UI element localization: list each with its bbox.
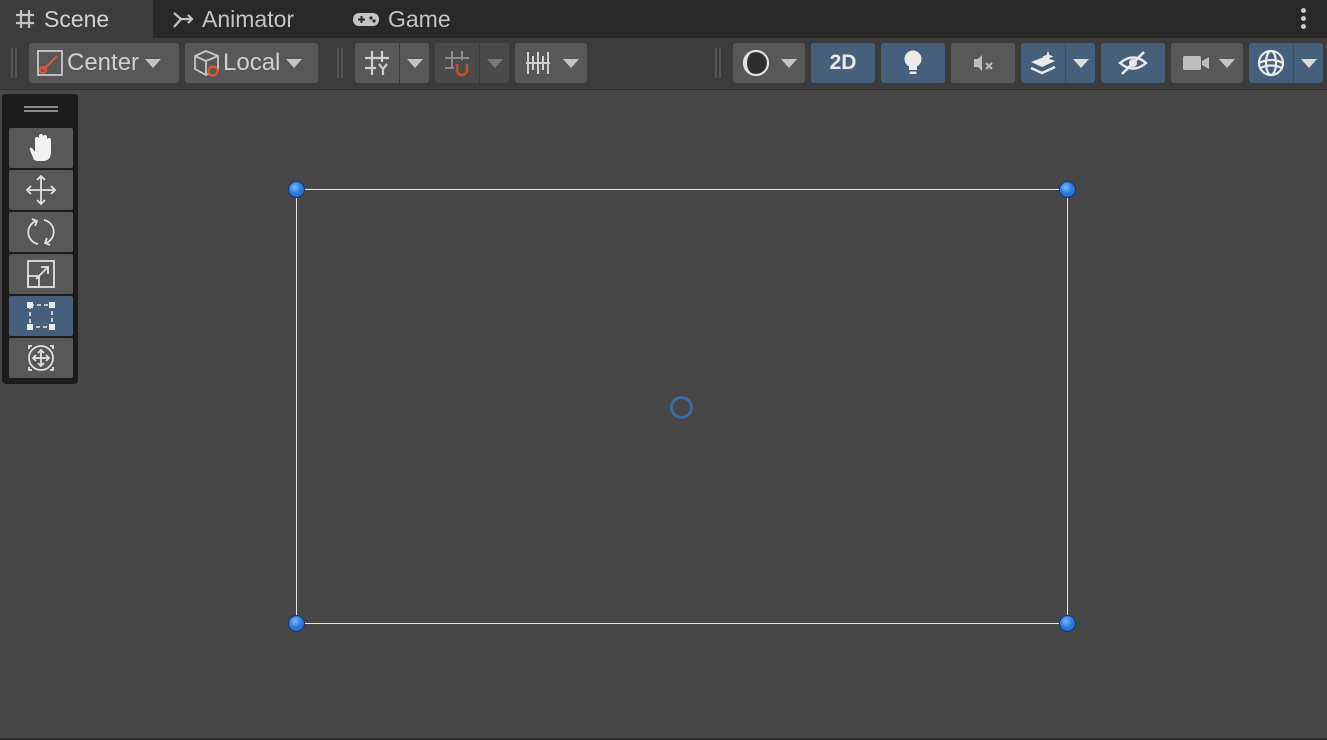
grid-snap-magnet-icon <box>445 51 469 77</box>
chevron-down-icon <box>486 58 503 68</box>
grid-snapping-button[interactable] <box>435 43 479 83</box>
scene-effects-dropdown[interactable] <box>1021 43 1095 83</box>
tools-overlay <box>2 94 78 384</box>
gamepad-icon <box>353 13 379 26</box>
video-camera-icon <box>1183 56 1209 70</box>
eye-hidden-icon <box>1118 51 1148 75</box>
animator-branch-icon <box>173 12 194 28</box>
grid-hash-icon <box>16 10 34 28</box>
toolbar-grip[interactable] <box>715 48 721 78</box>
chevron-down-icon <box>781 58 797 68</box>
transform-icon <box>28 345 54 371</box>
tab-scene-label: Scene <box>44 5 110 32</box>
audio-muted-icon <box>974 55 993 71</box>
rect-handle-top-left[interactable] <box>288 181 305 198</box>
grid-visibility-menu[interactable] <box>400 43 429 83</box>
hand-tool[interactable] <box>9 128 73 168</box>
pivot-mode-label: Center <box>67 49 140 76</box>
chevron-down-icon <box>563 58 579 68</box>
chevron-down-icon <box>1219 58 1235 68</box>
scene-lighting-button[interactable] <box>881 43 945 83</box>
scale-icon <box>27 260 55 288</box>
grid-visibility-icon <box>365 51 389 75</box>
draw-mode-dropdown[interactable] <box>733 43 805 83</box>
increment-snapping-dropdown[interactable] <box>515 43 587 83</box>
chevron-down-icon <box>1072 58 1089 68</box>
scene-visibility-button[interactable] <box>1101 43 1165 83</box>
gizmo-globe-icon <box>1257 49 1285 77</box>
gizmos-menu[interactable] <box>1294 43 1323 83</box>
move-arrows-icon <box>25 174 57 206</box>
scale-tool[interactable] <box>9 254 73 294</box>
rect-handle-bottom-left[interactable] <box>288 615 305 632</box>
scene-effects-menu[interactable] <box>1066 43 1095 83</box>
increment-snap-icon <box>526 52 550 74</box>
tab-game[interactable]: Game <box>352 0 451 38</box>
chevron-down-icon <box>1300 58 1317 68</box>
move-tool[interactable] <box>9 170 73 210</box>
rect-tool[interactable] <box>9 296 73 336</box>
window-tab-bar: Scene Animator Game <box>0 0 1327 38</box>
local-cube-icon <box>194 50 219 77</box>
overlay-drag-handle[interactable] <box>24 106 58 112</box>
rect-handle-top-right[interactable] <box>1059 181 1076 198</box>
tab-animator-label: Animator <box>202 5 295 32</box>
scene-audio-button[interactable] <box>951 43 1015 83</box>
rect-transform-icon <box>27 302 55 330</box>
tab-scene[interactable]: Scene <box>0 0 153 38</box>
effects-layers-icon <box>1030 51 1056 75</box>
gizmos-dropdown[interactable] <box>1249 43 1323 83</box>
chevron-down-icon <box>406 58 423 68</box>
grid-snapping-menu[interactable] <box>480 43 509 83</box>
transform-tool[interactable] <box>9 338 73 378</box>
pivot-mode-dropdown[interactable]: Center <box>29 43 179 83</box>
hand-icon <box>29 134 51 161</box>
tab-game-label: Game <box>388 5 451 32</box>
rotate-tool[interactable] <box>9 212 73 252</box>
pivot-rotation-dropdown[interactable]: Local <box>185 43 318 83</box>
gizmos-button[interactable] <box>1249 43 1293 83</box>
scene-camera-dropdown[interactable] <box>1171 43 1243 83</box>
toggle-2d-button[interactable]: 2D <box>811 43 875 83</box>
toolbar-grip[interactable] <box>11 48 17 78</box>
pivot-handle[interactable] <box>670 396 693 419</box>
pivot-center-icon <box>37 50 63 76</box>
scene-effects-button[interactable] <box>1021 43 1065 83</box>
more-options-icon[interactable] <box>1293 6 1313 32</box>
grid-visibility-dropdown[interactable] <box>355 43 429 83</box>
scene-toolbar: Center Local 2D <box>0 38 1327 90</box>
chevron-down-icon <box>145 58 162 68</box>
pivot-rotation-label: Local <box>223 49 281 76</box>
tab-animator[interactable]: Animator <box>172 0 294 38</box>
rotate-icon <box>27 218 55 246</box>
lightbulb-icon <box>904 50 922 74</box>
grid-snapping-dropdown[interactable] <box>435 43 509 83</box>
rect-handle-bottom-right[interactable] <box>1059 615 1076 632</box>
chevron-down-icon <box>286 58 303 68</box>
toggle-2d-label: 2D <box>829 51 857 74</box>
grid-visibility-button[interactable] <box>355 43 399 83</box>
toolbar-grip[interactable] <box>337 48 343 78</box>
shaded-sphere-icon <box>742 49 770 77</box>
